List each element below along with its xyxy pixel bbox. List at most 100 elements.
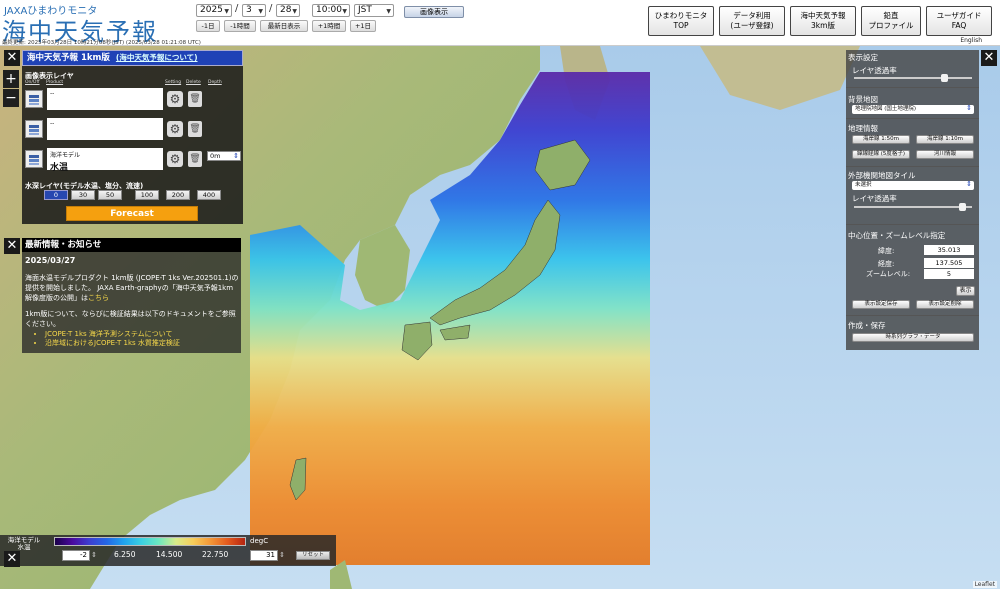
trash-icon[interactable]: 🗑 bbox=[188, 151, 202, 167]
coastline-50m-button[interactable]: 海岸線 1:50m bbox=[852, 135, 910, 144]
news-link[interactable]: こちら bbox=[88, 294, 109, 302]
external-tile-select[interactable]: 未選択 bbox=[852, 180, 974, 190]
layer-product-small: 海洋モデル bbox=[50, 152, 81, 159]
latitude-input[interactable]: 35.013 bbox=[924, 245, 974, 255]
layer-opacity-slider[interactable] bbox=[854, 74, 972, 82]
about-link[interactable]: (海中天気予報について) bbox=[116, 53, 198, 62]
minus-hour-button[interactable]: -1時間 bbox=[224, 20, 256, 32]
time-select[interactable]: 10:00 bbox=[312, 4, 350, 17]
layer-product-main: 水温 bbox=[50, 163, 69, 173]
nav-vertical-profile[interactable]: 鉛直 プロファイル bbox=[861, 6, 921, 36]
news-paragraph: 1km版について、ならびに検証結果は以下のドキュメントをご参照ください。 bbox=[25, 310, 236, 328]
legend-max-input[interactable]: 31 bbox=[250, 550, 285, 561]
latitude-label: 緯度: bbox=[878, 247, 895, 255]
trash-icon[interactable]: 🗑 bbox=[188, 91, 202, 107]
legend-label-line: 水温 bbox=[17, 543, 31, 551]
display-image-button[interactable]: 画像表示 bbox=[404, 6, 464, 18]
slider-knob[interactable] bbox=[941, 74, 948, 82]
legend-tick: 6.250 bbox=[114, 550, 136, 559]
timeseries-button[interactable]: 時系列グラフ・データ bbox=[852, 333, 974, 342]
legend-reset-button[interactable]: リセット bbox=[296, 551, 330, 560]
date-separator: / bbox=[235, 3, 239, 14]
close-icon[interactable]: ✕ bbox=[4, 238, 20, 254]
legend-label: 海洋モデル 水温 bbox=[6, 537, 42, 551]
display-settings-title: 表示設定 bbox=[848, 53, 878, 62]
depth-button-30[interactable]: 30 bbox=[71, 190, 95, 200]
trash-icon[interactable]: 🗑 bbox=[188, 121, 202, 137]
layer-toggle[interactable] bbox=[25, 150, 43, 168]
nav-label: ユーザガイド bbox=[936, 11, 982, 20]
layer-product-box[interactable]: -- bbox=[47, 118, 163, 140]
news-panel: 最新情報・お知らせ 2025/03/27 海面水温モデルプロダクト 1km版 (… bbox=[22, 238, 241, 353]
gear-icon[interactable]: ⚙ bbox=[167, 91, 183, 107]
leaflet-attribution[interactable]: Leaflet bbox=[972, 581, 997, 588]
nav-forecast-3km[interactable]: 海中天気予報 3km版 bbox=[790, 6, 856, 36]
news-link[interactable]: JCOPE-T 1ks 海洋予測システムについて bbox=[45, 330, 239, 339]
show-button[interactable]: 表示 bbox=[956, 286, 975, 296]
year-select[interactable]: 2025 bbox=[196, 4, 232, 17]
nav-himawari-top[interactable]: ひまわりモニタ TOP bbox=[648, 6, 714, 36]
layer-product-small: -- bbox=[50, 120, 55, 127]
gear-icon[interactable]: ⚙ bbox=[167, 151, 183, 167]
date-separator: / bbox=[269, 3, 273, 14]
news-date: 2025/03/27 bbox=[25, 256, 76, 265]
minus-day-button[interactable]: -1日 bbox=[196, 20, 220, 32]
layer-product-box[interactable]: -- bbox=[47, 88, 163, 110]
zoom-in-button[interactable]: + bbox=[3, 70, 19, 88]
display-settings-panel: 表示設定 レイヤ透過率 背景地図 地理院地図 (国土地理院) 地理情報 海岸線 … bbox=[846, 50, 979, 350]
river-info-button[interactable]: 河川情報 bbox=[916, 150, 974, 159]
col-depth: Depth bbox=[208, 80, 222, 85]
latest-button[interactable]: 最新日表示 bbox=[260, 20, 308, 32]
bg-map-select[interactable]: 地理院地図 (国土地理院) bbox=[852, 104, 974, 114]
plus-day-button[interactable]: +1日 bbox=[350, 20, 376, 32]
nav-data-use[interactable]: データ利用 (ユーザ登録) bbox=[719, 6, 785, 36]
slider-knob[interactable] bbox=[959, 203, 966, 211]
language-link[interactable]: English bbox=[960, 37, 982, 44]
longitude-input[interactable]: 137.505 bbox=[924, 258, 974, 268]
layer-opacity-label: レイヤ透過率 bbox=[852, 66, 897, 75]
forecast-button[interactable]: Forecast bbox=[66, 206, 198, 221]
day-select[interactable]: 28 bbox=[276, 4, 300, 17]
delete-settings-button[interactable]: 表示設定削除 bbox=[916, 300, 974, 309]
depth-select[interactable]: 0m bbox=[207, 151, 241, 161]
nav-label: データ利用 bbox=[733, 11, 771, 20]
depth-button-200[interactable]: 200 bbox=[166, 190, 190, 200]
depth-button-50[interactable]: 50 bbox=[98, 190, 122, 200]
layer-row: 海洋モデル 水温 ⚙ 🗑 0m bbox=[25, 148, 241, 173]
bg-map-label: 背景地図 bbox=[848, 95, 878, 104]
depth-button-0[interactable]: 0 bbox=[44, 190, 68, 200]
layer-product-box[interactable]: 海洋モデル 水温 bbox=[47, 148, 163, 173]
month-select[interactable]: 3 bbox=[242, 4, 266, 17]
nav-user-guide[interactable]: ユーザガイド FAQ bbox=[926, 6, 992, 36]
close-icon[interactable]: ✕ bbox=[4, 50, 20, 66]
depth-button-400[interactable]: 400 bbox=[197, 190, 221, 200]
divider bbox=[846, 224, 979, 225]
latlon-grid-button[interactable]: 緯線経線 (5度格子) bbox=[852, 150, 910, 159]
save-settings-button[interactable]: 表示設定保存 bbox=[852, 300, 910, 309]
plus-hour-button[interactable]: +1時間 bbox=[312, 20, 346, 32]
col-delete: Delete bbox=[186, 80, 201, 85]
timezone-select[interactable]: JST bbox=[354, 4, 394, 17]
external-tile-label: 外部機関地図タイル bbox=[848, 171, 916, 180]
coastline-10m-button[interactable]: 海岸線 1:10m bbox=[916, 135, 974, 144]
layer-panel-title: 海中天気予報 1km版 (海中天気予報について) bbox=[22, 50, 243, 66]
depth-button-100[interactable]: 100 bbox=[135, 190, 159, 200]
zoom-out-button[interactable]: − bbox=[3, 89, 19, 107]
news-body: 海面水温モデルプロダクト 1km版 (JCOPE-T 1ks Ver.20250… bbox=[25, 273, 239, 348]
divider bbox=[846, 315, 979, 316]
news-header: 最新情報・お知らせ bbox=[22, 238, 241, 252]
nav-label: 海中天気予報 bbox=[800, 11, 846, 20]
nav-label: プロファイル bbox=[868, 21, 914, 30]
layer-toggle[interactable] bbox=[25, 90, 43, 108]
layer-toggle[interactable] bbox=[25, 120, 43, 138]
zoom-level-input[interactable]: 5 bbox=[924, 269, 974, 279]
close-icon[interactable]: ✕ bbox=[4, 551, 20, 567]
news-link[interactable]: 沿岸域におけるJCOPE-T 1ks 水質推定検証 bbox=[45, 339, 239, 348]
layers-icon bbox=[29, 95, 39, 105]
last-updated: 最終更新: 2025年03月28日 10時21分08秒(JST) (2025/0… bbox=[2, 40, 201, 46]
external-opacity-slider[interactable] bbox=[854, 203, 972, 211]
legend-min-input[interactable]: -2 bbox=[62, 550, 97, 561]
gear-icon[interactable]: ⚙ bbox=[167, 121, 183, 137]
close-icon[interactable]: ✕ bbox=[981, 50, 997, 66]
col-setting: Setting bbox=[165, 80, 182, 85]
